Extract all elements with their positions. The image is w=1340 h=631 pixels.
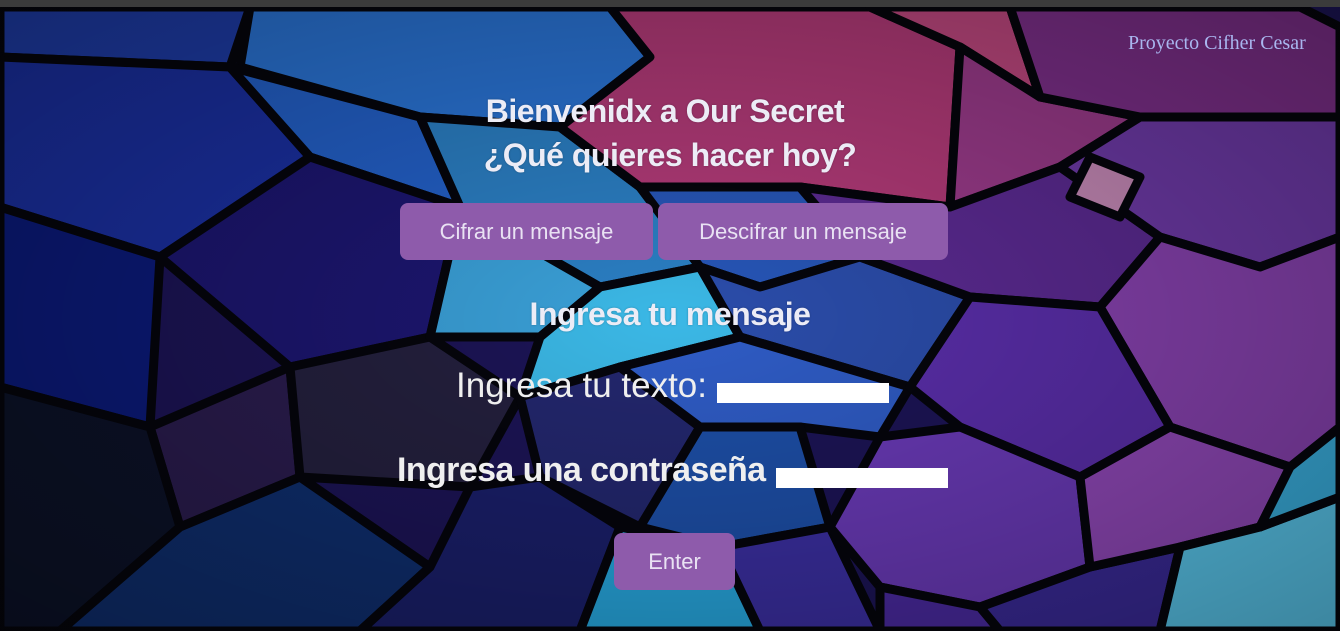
browser-top-edge [0, 0, 1340, 7]
password-field-label: Ingresa una contraseña [397, 451, 766, 489]
enter-button[interactable]: Enter [614, 533, 735, 590]
text-field-row: Ingresa tu texto: [456, 366, 889, 406]
welcome-heading: Bienvenidx a Our Secret [485, 93, 845, 129]
form-title: Ingresa tu mensaje [529, 296, 811, 332]
decrypt-message-button[interactable]: Descifrar un mensaje [658, 203, 948, 260]
text-field-label: Ingresa tu texto: [456, 366, 707, 405]
text-input[interactable] [716, 383, 889, 403]
password-input[interactable] [775, 467, 948, 488]
brand-title: Proyecto Cifher Cesar [1128, 32, 1306, 54]
password-field-row: Ingresa una contraseña [397, 451, 948, 490]
question-heading: ¿Qué quieres hacer hoy? [483, 137, 857, 173]
encrypt-message-button[interactable]: Cifrar un mensaje [400, 203, 653, 260]
